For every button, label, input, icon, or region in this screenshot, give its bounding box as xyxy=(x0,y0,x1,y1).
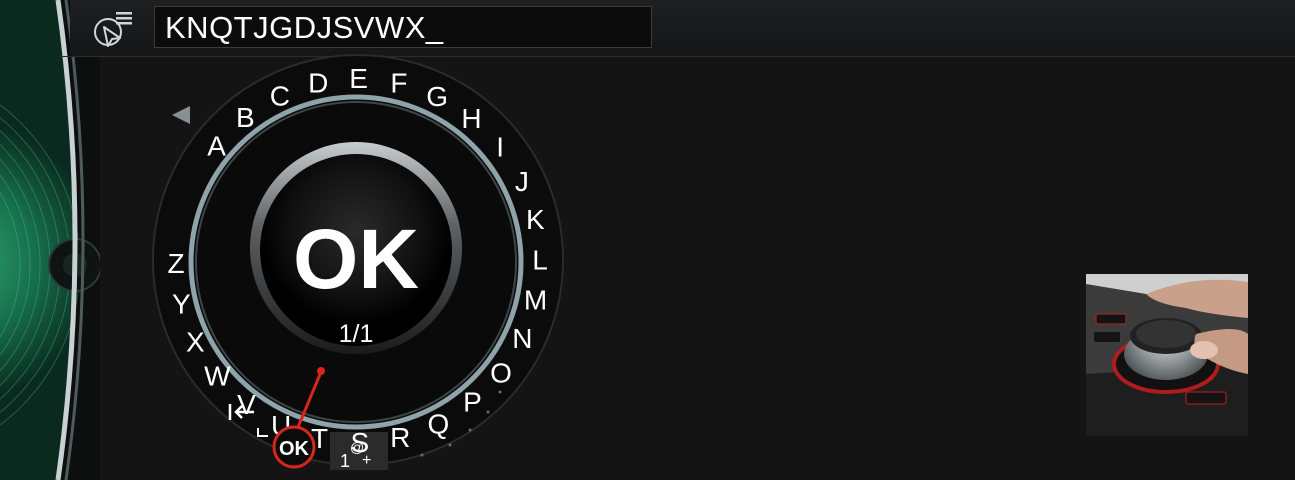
speller-letter-n[interactable]: N xyxy=(512,323,532,354)
speller-letter-p[interactable]: P xyxy=(463,386,482,417)
speller-letter-w[interactable]: W xyxy=(204,361,231,392)
idrive-controller-image xyxy=(1086,274,1248,436)
speller-letter-o[interactable]: O xyxy=(490,358,512,389)
speller-letter-r[interactable]: R xyxy=(390,422,410,453)
speller-letter-d[interactable]: D xyxy=(308,67,328,98)
symbols-label-plus: + xyxy=(362,452,371,469)
speller-letter-y[interactable]: Y xyxy=(172,288,191,319)
speller-letter-h[interactable]: H xyxy=(461,103,481,134)
selection-pointer-dot xyxy=(317,367,325,375)
speller-letter-i[interactable]: I xyxy=(496,132,504,163)
speller-letter-m[interactable]: M xyxy=(524,285,547,316)
center-ok-label: OK xyxy=(293,212,419,306)
left-triangle-icon[interactable] xyxy=(172,106,190,124)
page-indicator: 1/1 xyxy=(339,320,374,348)
idrive-speller-screen: KNQTJGDJSVWX_ A B C D E F G H I J K L M … xyxy=(0,0,1295,480)
speller-letter-b[interactable]: B xyxy=(236,102,255,133)
speller-letter-x[interactable]: X xyxy=(186,327,205,358)
speller-letter-l[interactable]: L xyxy=(532,244,548,275)
speller-letter-j[interactable]: J xyxy=(515,166,529,197)
speller-letter-z[interactable]: Z xyxy=(167,248,184,279)
speller-letter-c[interactable]: C xyxy=(270,81,290,112)
ok-button-label: OK xyxy=(279,438,310,460)
speller-letter-f[interactable]: F xyxy=(390,68,407,99)
symbols-label-main: 1 xyxy=(340,451,350,471)
speller-letter-a[interactable]: A xyxy=(207,131,226,162)
speller-letter-q[interactable]: Q xyxy=(428,408,450,439)
speller-letter-k[interactable]: K xyxy=(526,204,545,235)
speller-letter-g[interactable]: G xyxy=(426,81,448,112)
speller-letter-e[interactable]: E xyxy=(349,63,368,94)
